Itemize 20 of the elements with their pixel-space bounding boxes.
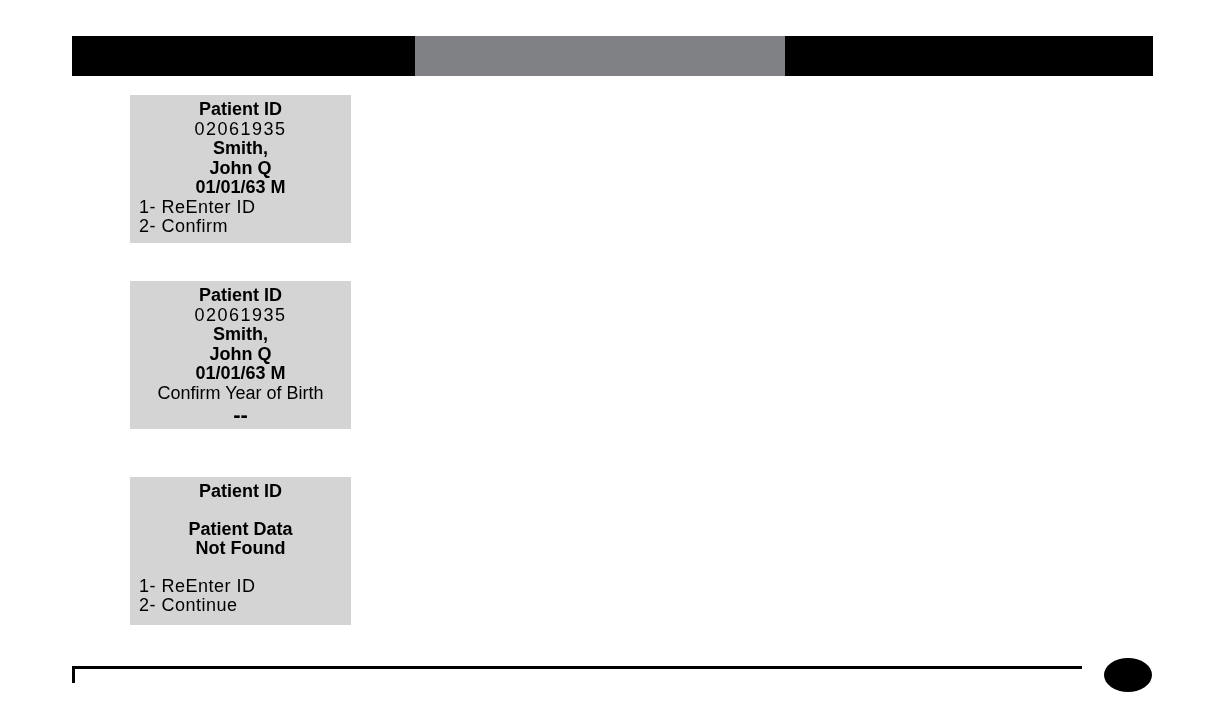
id-number-text: 02061935 bbox=[193, 119, 288, 139]
prompt-text: Confirm Year of Birth bbox=[156, 383, 325, 403]
screen-title: Patient ID bbox=[198, 482, 283, 502]
oval-marker-icon bbox=[1104, 658, 1152, 692]
screen-title: Patient ID bbox=[198, 286, 283, 306]
screen-title: Patient ID bbox=[198, 100, 283, 120]
entry-dashes-text: -- bbox=[232, 403, 249, 425]
id-number-text: 02061935 bbox=[193, 305, 288, 325]
patient-info-text: John Q bbox=[208, 158, 273, 178]
patient-info-text: 01/01/63 M bbox=[194, 364, 287, 384]
message-text: Patient Data bbox=[187, 519, 294, 539]
patient-info-text: Smith, bbox=[212, 325, 269, 345]
menu-option-text: 2- Confirm bbox=[139, 217, 229, 237]
menu-option-text: 1- ReEnter ID bbox=[139, 576, 257, 596]
menu-option-text: 2- Continue bbox=[139, 596, 239, 616]
patient-info-text: 01/01/63 M bbox=[194, 178, 287, 198]
patient-info-text: John Q bbox=[208, 344, 273, 364]
menu-option-text: 1- ReEnter ID bbox=[139, 197, 257, 217]
patient-info-text: Smith, bbox=[212, 139, 269, 159]
message-text: Not Found bbox=[194, 539, 287, 559]
